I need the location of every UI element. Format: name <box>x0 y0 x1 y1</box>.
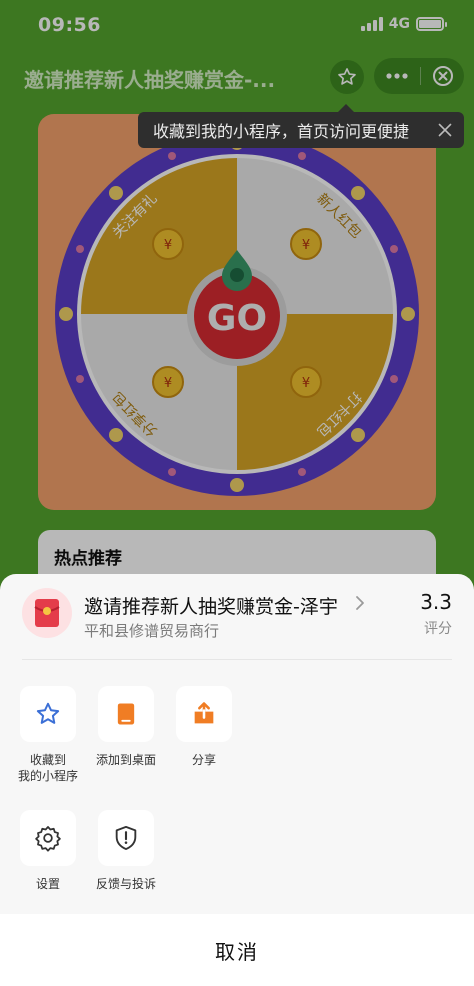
tooltip-text: 收藏到我的小程序，首页访问更便捷 <box>153 122 410 141</box>
rating-label: 评分 <box>424 621 452 637</box>
chevron-right-icon <box>356 596 364 610</box>
action-tile[interactable] <box>20 686 76 742</box>
rating-value: 3.3 <box>420 590 452 614</box>
action-share[interactable]: 分享 <box>165 686 243 768</box>
favorite-tooltip: 收藏到我的小程序，首页访问更便捷 <box>138 104 464 148</box>
app-name: 邀请推荐新人抽奖赚赏金-泽宇 <box>84 596 338 618</box>
sheet-divider <box>22 659 452 660</box>
add-to-desktop-icon <box>117 703 135 725</box>
action-add-to-desktop[interactable]: 添加到桌面 <box>87 686 165 768</box>
tooltip-close-button[interactable] <box>436 121 454 139</box>
action-tile[interactable] <box>98 686 154 742</box>
action-label: 分享 <box>191 753 216 767</box>
app-company: 平和县修谱贸易商行 <box>84 622 220 640</box>
action-tile[interactable] <box>176 686 232 742</box>
action-label: 反馈与投诉 <box>95 877 156 891</box>
star-outline-icon <box>36 702 60 724</box>
action-tile[interactable] <box>20 810 76 866</box>
action-label: 收藏到 我的小程序 <box>17 753 78 783</box>
action-label: 添加到桌面 <box>95 753 156 767</box>
action-settings[interactable]: 设置 <box>9 810 87 892</box>
action-label: 设置 <box>35 877 60 891</box>
rating: 3.3 评分 <box>420 590 452 638</box>
app-info-row[interactable]: 邀请推荐新人抽奖赚赏金-泽宇 平和县修谱贸易商行 3.3 评分 <box>0 574 474 658</box>
app-avatar <box>22 588 72 638</box>
cancel-button[interactable]: 取消 <box>0 914 474 986</box>
action-tile[interactable] <box>98 810 154 866</box>
gear-icon <box>35 826 61 852</box>
action-sheet: 邀请推荐新人抽奖赚赏金-泽宇 平和县修谱贸易商行 3.3 评分 收藏到 我的小程… <box>0 574 474 986</box>
cancel-label: 取消 <box>215 939 259 964</box>
action-feedback[interactable]: 反馈与投诉 <box>87 810 165 892</box>
shield-alert-icon <box>115 825 137 851</box>
close-icon <box>438 123 452 137</box>
red-envelope-icon <box>34 599 60 627</box>
share-icon <box>194 702 214 724</box>
action-add-to-my-mini-programs[interactable]: 收藏到 我的小程序 <box>9 686 87 784</box>
